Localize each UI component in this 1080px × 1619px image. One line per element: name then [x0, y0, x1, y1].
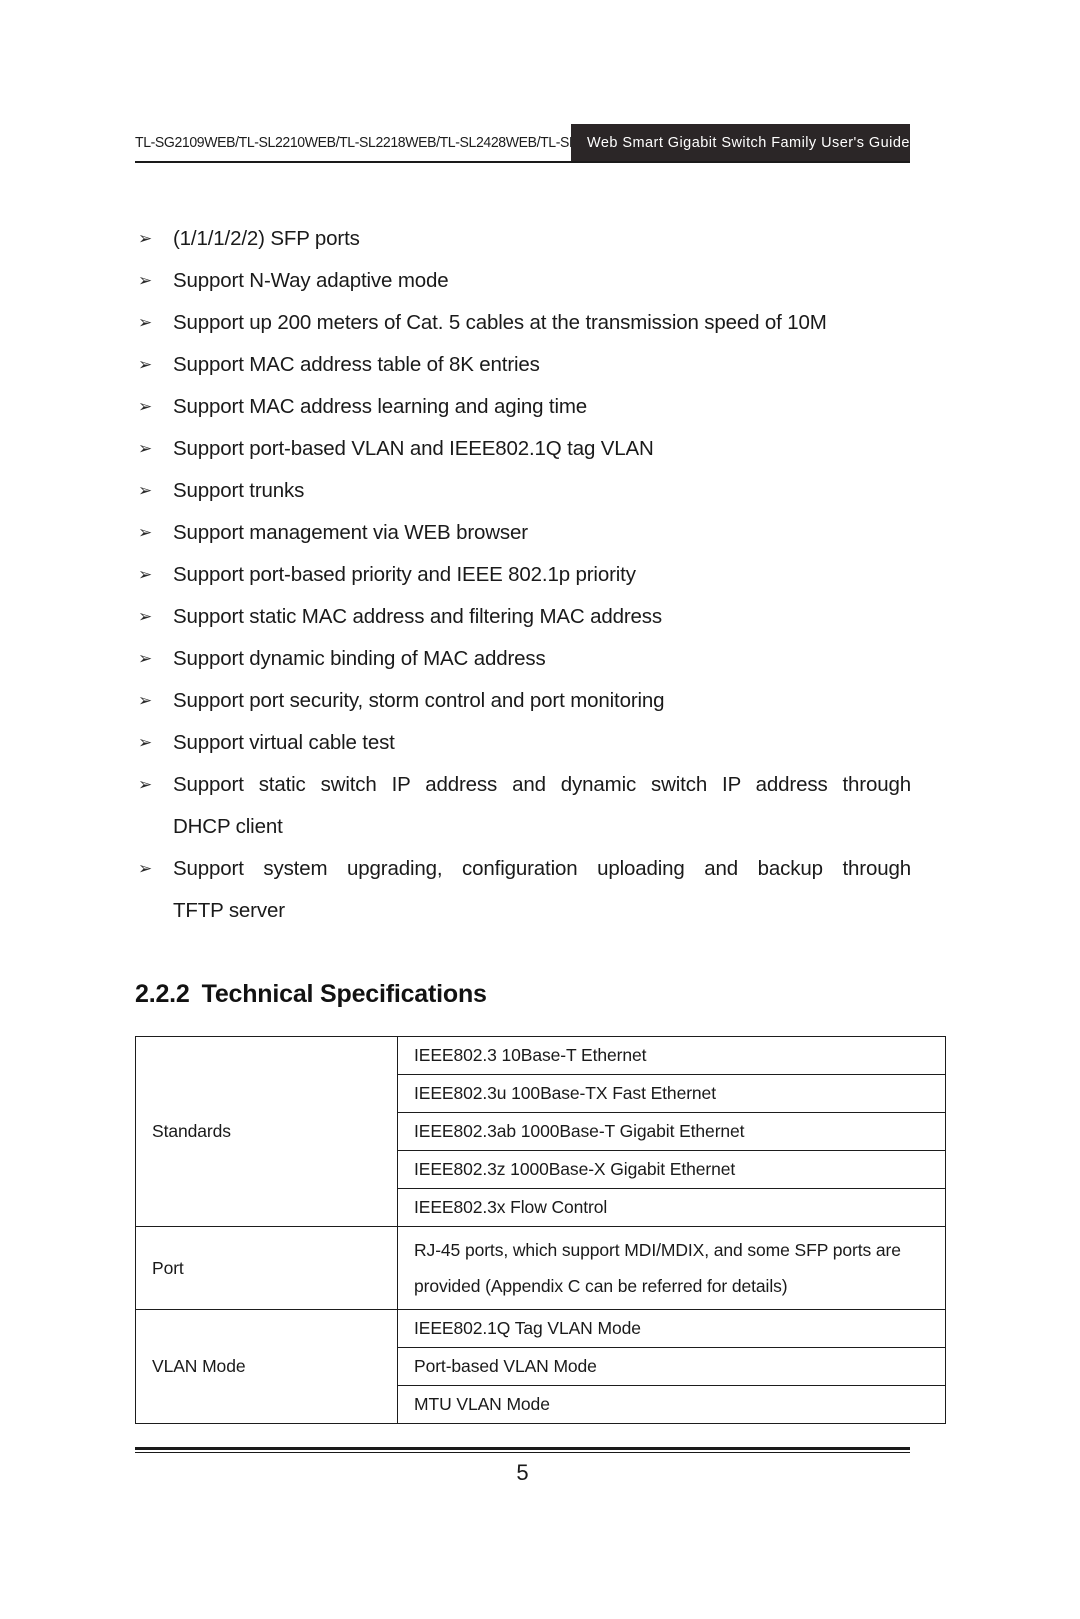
- list-item-label: Support port-based VLAN and IEEE802.1Q t…: [173, 437, 654, 460]
- arrow-bullet-icon: ➢: [138, 691, 153, 710]
- list-item: ➢ Support port-based priority and IEEE 8…: [135, 554, 911, 596]
- table-cell-value: IEEE802.1Q Tag VLAN Mode: [397, 1309, 946, 1348]
- list-item: ➢ Support trunks: [135, 470, 911, 512]
- list-item: ➢ Support N-Way adaptive mode: [135, 260, 911, 302]
- list-item-label: Support MAC address table of 8K entries: [173, 353, 540, 376]
- arrow-bullet-icon: ➢: [138, 313, 153, 332]
- page-number: 5: [516, 1460, 529, 1485]
- table-cell-value: MTU VLAN Mode: [397, 1385, 946, 1424]
- list-item-label: Support virtual cable test: [173, 731, 395, 754]
- list-item-line-1: Support static switch IP address and dyn…: [173, 773, 911, 796]
- arrow-bullet-icon: ➢: [138, 355, 153, 374]
- port-description: RJ-45 ports, which support MDI/MDIX, and…: [414, 1232, 945, 1304]
- list-item-label: Support management via WEB browser: [173, 521, 528, 544]
- list-item: ➢ Support system upgrading, configuratio…: [135, 848, 911, 932]
- table-row: VLAN Mode IEEE802.1Q Tag VLAN Mode: [135, 1309, 946, 1424]
- list-item-label: Support N-Way adaptive mode: [173, 269, 449, 292]
- table-row: Standards IEEE802.3 10Base-T Ethernet: [135, 1036, 946, 1227]
- list-item-label: Support static switch IP address and dyn…: [173, 764, 911, 848]
- list-item-line-1: Support system upgrading, configuration …: [173, 857, 911, 880]
- header-guide-title: Web Smart Gigabit Switch Family User's G…: [571, 124, 910, 162]
- header-divider-rule: [135, 161, 910, 163]
- list-item-line-2: TFTP server: [173, 899, 285, 922]
- arrow-bullet-icon: ➢: [138, 733, 153, 752]
- table-row: Port RJ-45 ports, which support MDI/MDIX…: [135, 1226, 946, 1310]
- row-label-port: Port: [135, 1226, 398, 1310]
- port-description-line-2: provided (Appendix C can be referred for…: [414, 1276, 788, 1296]
- list-item: ➢ Support MAC address table of 8K entrie…: [135, 344, 911, 386]
- list-item-label: Support static MAC address and filtering…: [173, 605, 662, 628]
- footer-divider-rule-thick: [135, 1447, 910, 1450]
- arrow-bullet-icon: ➢: [138, 607, 153, 626]
- list-item-label: Support up 200 meters of Cat. 5 cables a…: [173, 311, 827, 334]
- footer-divider-rule-thin: [135, 1452, 910, 1453]
- list-item: ➢ Support port security, storm control a…: [135, 680, 911, 722]
- arrow-bullet-icon: ➢: [138, 523, 153, 542]
- port-description-line-1: RJ-45 ports, which support MDI/MDIX, and…: [414, 1240, 901, 1260]
- list-item-label: Support dynamic binding of MAC address: [173, 647, 546, 670]
- table-cell-value: IEEE802.3x Flow Control: [397, 1188, 946, 1227]
- list-item: ➢ (1/1/1/2/2) SFP ports: [135, 218, 911, 260]
- arrow-bullet-icon: ➢: [138, 481, 153, 500]
- section-heading: 2.2.2 Technical Specifications: [135, 980, 487, 1009]
- arrow-bullet-icon: ➢: [138, 439, 153, 458]
- list-item: ➢ Support static MAC address and filteri…: [135, 596, 911, 638]
- list-item: ➢ Support up 200 meters of Cat. 5 cables…: [135, 302, 911, 344]
- table-cell-value: IEEE802.3u 100Base-TX Fast Ethernet: [397, 1074, 946, 1113]
- running-header: TL-SG2109WEB/TL-SL2210WEB/TL-SL2218WEB/T…: [135, 124, 910, 162]
- section-number: 2.2.2: [135, 980, 190, 1008]
- table-cell-value: IEEE802.3ab 1000Base-T Gigabit Ethernet: [397, 1112, 946, 1151]
- row-label-standards: Standards: [135, 1036, 398, 1227]
- list-item: ➢ Support management via WEB browser: [135, 512, 911, 554]
- technical-specifications-table: Standards IEEE802.3 10Base-T Ethernet IE…: [135, 1036, 946, 1424]
- table-cell-value: Port-based VLAN Mode: [397, 1347, 946, 1386]
- document-page: TL-SG2109WEB/TL-SL2210WEB/TL-SL2218WEB/T…: [0, 0, 1080, 1619]
- arrow-bullet-icon: ➢: [138, 859, 153, 878]
- table-cell-value: IEEE802.3z 1000Base-X Gigabit Ethernet: [397, 1150, 946, 1189]
- arrow-bullet-icon: ➢: [138, 271, 153, 290]
- table-cell-value: RJ-45 ports, which support MDI/MDIX, and…: [397, 1226, 946, 1310]
- header-model-list: TL-SG2109WEB/TL-SL2210WEB/TL-SL2218WEB/T…: [135, 135, 638, 151]
- arrow-bullet-icon: ➢: [138, 775, 153, 794]
- list-item-label: Support port-based priority and IEEE 802…: [173, 563, 636, 586]
- table-cell-value: IEEE802.3 10Base-T Ethernet: [397, 1036, 946, 1075]
- list-item-label: Support port security, storm control and…: [173, 689, 665, 712]
- arrow-bullet-icon: ➢: [138, 565, 153, 584]
- list-item: ➢ Support static switch IP address and d…: [135, 764, 911, 848]
- feature-list: ➢ (1/1/1/2/2) SFP ports ➢ Support N-Way …: [135, 218, 911, 932]
- arrow-bullet-icon: ➢: [138, 649, 153, 668]
- list-item-label: Support system upgrading, configuration …: [173, 848, 911, 932]
- section-title: Technical Specifications: [201, 980, 487, 1008]
- list-item-line-2: DHCP client: [173, 815, 283, 838]
- list-item: ➢ Support MAC address learning and aging…: [135, 386, 911, 428]
- arrow-bullet-icon: ➢: [138, 397, 153, 416]
- row-label-vlan-mode: VLAN Mode: [135, 1309, 398, 1424]
- list-item: ➢ Support port-based VLAN and IEEE802.1Q…: [135, 428, 911, 470]
- list-item-label: Support trunks: [173, 479, 305, 502]
- list-item: ➢ Support virtual cable test: [135, 722, 911, 764]
- arrow-bullet-icon: ➢: [138, 229, 153, 248]
- list-item-label: Support MAC address learning and aging t…: [173, 395, 588, 418]
- list-item-label: (1/1/1/2/2) SFP ports: [173, 227, 360, 250]
- list-item: ➢ Support dynamic binding of MAC address: [135, 638, 911, 680]
